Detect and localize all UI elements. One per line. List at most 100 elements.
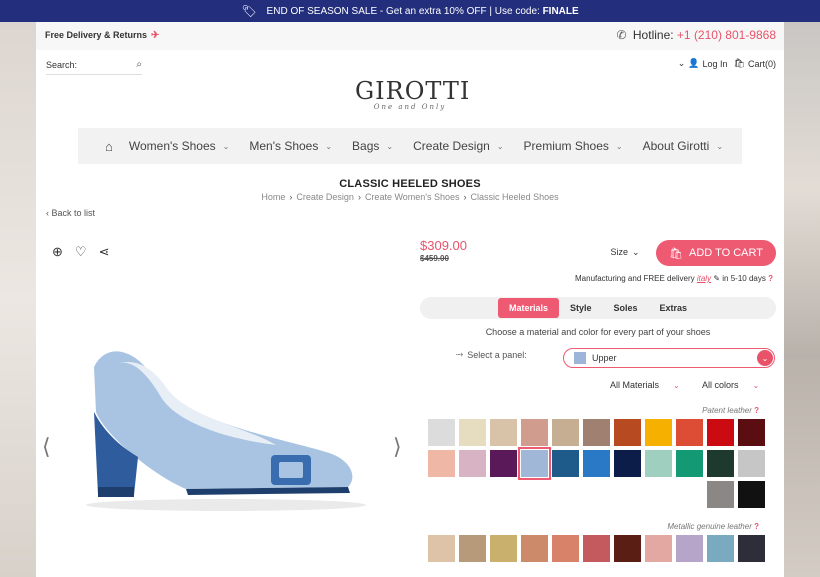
country-link[interactable]: italy [697, 274, 711, 283]
heart-icon[interactable]: ♡ [75, 244, 87, 260]
tab-extras[interactable]: Extras [649, 298, 699, 318]
manufacturing-info: Manufacturing and FREE delivery italy ✎ … [575, 274, 773, 283]
panel-swatch [574, 352, 586, 364]
color-swatch[interactable] [707, 481, 734, 508]
chevron-down-icon: ⌄ [325, 141, 333, 151]
cart-link[interactable]: 🛍 Cart(0) [734, 58, 776, 69]
background-right [782, 22, 820, 577]
tag-icon: 🏷 [241, 4, 257, 18]
prev-image-arrow[interactable]: ⟨ [42, 434, 51, 460]
help-icon[interactable]: ? [754, 406, 759, 415]
nav-create-design[interactable]: Create Design ⌄ [413, 139, 503, 153]
metallic-color-swatch[interactable] [738, 535, 765, 562]
next-image-arrow[interactable]: ⟩ [393, 434, 402, 460]
nav-bags[interactable]: Bags ⌄ [352, 139, 393, 153]
color-swatch[interactable] [738, 450, 765, 477]
metallic-color-swatch[interactable] [459, 535, 486, 562]
color-swatch[interactable] [428, 450, 455, 477]
tab-style[interactable]: Style [559, 298, 603, 318]
free-delivery[interactable]: Free Delivery & Returns ✈ [45, 30, 159, 41]
pencil-icon[interactable]: ✎ [713, 274, 720, 283]
color-swatch[interactable] [676, 419, 703, 446]
materials-filter[interactable]: All Materials ⌄ [610, 375, 680, 395]
page-container: Free Delivery & Returns ✈ ✆ Hotline: +1 (… [36, 22, 784, 577]
chevron-down-icon: ⌄ [386, 141, 394, 151]
crumb-create-design[interactable]: Create Design [296, 192, 354, 202]
metallic-color-swatch[interactable] [707, 535, 734, 562]
back-link[interactable]: ‹ Back to list [46, 208, 95, 218]
metallic-color-swatch[interactable] [521, 535, 548, 562]
logo[interactable]: GIROTTI One and Only [355, 77, 469, 111]
page-title: CLASSIC HEELED SHOES [339, 178, 481, 190]
color-swatch[interactable] [521, 419, 548, 446]
help-icon[interactable]: ? [754, 522, 759, 531]
chevron-down-icon: ⌄ [716, 141, 724, 151]
tab-soles[interactable]: Soles [603, 298, 649, 318]
metallic-leather-swatches [428, 535, 765, 562]
hotline-number[interactable]: +1 (210) 801-9868 [677, 28, 776, 42]
nav-about[interactable]: About Girotti ⌄ [643, 139, 723, 153]
share-icon[interactable]: ⋖ [99, 244, 110, 260]
color-swatch[interactable] [518, 447, 551, 480]
color-swatch[interactable] [676, 450, 703, 477]
info-strip: Free Delivery & Returns ✈ ✆ Hotline: +1 (… [36, 22, 784, 50]
color-swatch[interactable] [428, 419, 455, 446]
crumb-current: Classic Heeled Shoes [470, 192, 559, 202]
help-icon[interactable]: ? [768, 274, 773, 283]
login-link[interactable]: ⌄ 👤 Log In [678, 58, 728, 69]
metallic-color-swatch[interactable] [583, 535, 610, 562]
color-swatch[interactable] [490, 419, 517, 446]
chevron-down-icon: ⌄ [752, 380, 760, 390]
metallic-color-swatch[interactable] [552, 535, 579, 562]
metallic-color-swatch[interactable] [428, 535, 455, 562]
promo-text: END OF SEASON SALE - Get an extra 10% OF… [266, 5, 579, 17]
color-swatch[interactable] [583, 419, 610, 446]
zoom-icon[interactable]: ⊕ [52, 244, 63, 260]
tab-materials[interactable]: Materials [497, 298, 559, 318]
metallic-color-swatch[interactable] [676, 535, 703, 562]
color-swatch[interactable] [552, 450, 579, 477]
cart-icon: 🛍 [733, 58, 745, 68]
chevron-down-icon: ⌄ [757, 350, 773, 366]
metallic-color-swatch[interactable] [490, 535, 517, 562]
metallic-color-swatch[interactable] [614, 535, 641, 562]
arrow-icon: ⤑ [456, 349, 464, 359]
home-icon[interactable]: ⌂ [105, 139, 113, 154]
crumb-home[interactable]: Home [261, 192, 285, 202]
main-nav: ⌂ Women's Shoes ⌄ Men's Shoes ⌄ Bags ⌄ Crea… [78, 128, 742, 164]
color-swatch[interactable] [738, 481, 765, 508]
color-swatch[interactable] [707, 450, 734, 477]
panel-label: ⤑ Select a panel: [456, 349, 527, 360]
account-links: ⌄ 👤 Log In 🛍 Cart(0) [678, 58, 776, 69]
nav-premium-shoes[interactable]: Premium Shoes ⌄ [524, 139, 623, 153]
search-input[interactable] [81, 59, 128, 70]
search-box[interactable]: Search: ⌕ [46, 55, 142, 75]
nav-mens-shoes[interactable]: Men's Shoes ⌄ [249, 139, 332, 153]
promo-banner[interactable]: 🏷 END OF SEASON SALE - Get an extra 10% … [0, 0, 820, 22]
color-swatch[interactable] [490, 450, 517, 477]
color-swatch[interactable] [614, 450, 641, 477]
color-swatch[interactable] [459, 450, 486, 477]
hotline: ✆ Hotline: +1 (210) 801-9868 [616, 28, 776, 42]
background-left [0, 22, 36, 577]
search-icon[interactable]: ⌕ [136, 59, 142, 70]
color-swatch[interactable] [707, 419, 734, 446]
color-swatch[interactable] [459, 419, 486, 446]
color-swatch[interactable] [645, 450, 672, 477]
chevron-down-icon: ⌄ [496, 141, 504, 151]
panel-select[interactable]: Upper ⌄ [563, 348, 775, 368]
color-swatch[interactable] [645, 419, 672, 446]
color-swatch[interactable] [738, 419, 765, 446]
size-select[interactable]: Size ⌄ [597, 240, 653, 264]
chevron-down-icon: ⌄ [677, 58, 686, 68]
price: $309.00 [420, 238, 467, 253]
add-to-cart-button[interactable]: 🛍 ADD TO CART [656, 240, 776, 266]
metallic-color-swatch[interactable] [645, 535, 672, 562]
patent-leather-swatches [428, 419, 765, 508]
color-swatch[interactable] [552, 419, 579, 446]
color-swatch[interactable] [583, 450, 610, 477]
colors-filter[interactable]: All colors ⌄ [702, 375, 759, 395]
crumb-create-womens[interactable]: Create Women's Shoes [365, 192, 460, 202]
nav-womens-shoes[interactable]: Women's Shoes ⌄ [129, 139, 229, 153]
color-swatch[interactable] [614, 419, 641, 446]
